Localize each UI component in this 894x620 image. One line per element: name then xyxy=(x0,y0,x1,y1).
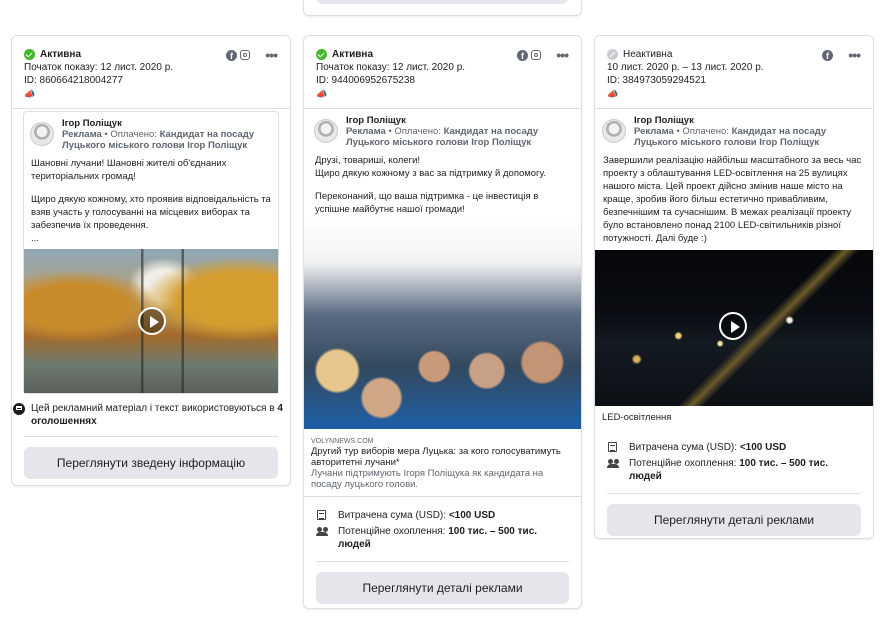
ad-stats: Витрачена сума (USD): <100 USD Потенційн… xyxy=(304,497,581,551)
multi-ads-text: Цей рекламний матеріал і текст використо… xyxy=(31,403,275,414)
ad-body-text: Шановні лучани! Шановні жителі об'єднани… xyxy=(24,155,278,245)
start-date: Початок показу: 12 лист. 2020 р. xyxy=(316,62,466,73)
link-title: Другий тур виборів мера Луцька: за кого … xyxy=(311,446,561,468)
more-options-icon[interactable]: ••• xyxy=(556,47,569,63)
multi-ads-note: Цей рекламний матеріал і текст використо… xyxy=(12,394,290,428)
view-ad-details-button[interactable]: Переглянути деталі реклами xyxy=(316,572,569,604)
sponsored-label: Реклама xyxy=(346,126,386,137)
ad-preview: Ігор Поліщук Реклама • Оплачено: Кандида… xyxy=(595,109,873,429)
money-icon xyxy=(607,441,621,453)
divider xyxy=(24,436,278,437)
ad-text-paragraph: Друзі, товариші, колеги! Щиро дякую кожн… xyxy=(315,155,546,179)
spent-value: <100 USD xyxy=(448,510,496,521)
status-label: Активна xyxy=(332,48,374,60)
ad-author: Ігор Поліщук Реклама • Оплачено: Кандида… xyxy=(24,112,278,155)
platforms: f xyxy=(517,50,541,61)
spent-row: Витрачена сума (USD): <100 USD xyxy=(316,509,569,522)
sponsor-line: Реклама • Оплачено: Кандидат на посаду Л… xyxy=(634,126,827,148)
ad-card-1: Активна Початок показу: 12 лист. 2020 р.… xyxy=(11,35,291,486)
ad-video[interactable] xyxy=(595,250,873,406)
ad-id: ID: 944006952675238 xyxy=(316,75,415,86)
status-label: Активна xyxy=(40,48,82,60)
avatar[interactable] xyxy=(30,122,54,146)
status-label: Неактивна xyxy=(623,48,673,60)
view-summary-button[interactable]: Переглянути зведену інформацію xyxy=(24,447,278,479)
platforms: f xyxy=(226,50,250,61)
facebook-icon: f xyxy=(517,50,528,61)
sponsored-label: Реклама xyxy=(634,126,674,137)
avatar[interactable] xyxy=(602,119,626,143)
page-name[interactable]: Ігор Поліщук xyxy=(62,118,272,129)
ad-body-text: Завершили реалізацію найбільш масштабног… xyxy=(595,152,873,245)
spent-value: <100 USD xyxy=(739,442,787,453)
ad-text-paragraph: Шановні лучани! Шановні жителі об'єднани… xyxy=(31,158,227,182)
stack-icon xyxy=(13,403,25,415)
facebook-icon: f xyxy=(226,50,237,61)
paid-by-label: Оплачено: xyxy=(682,126,729,137)
active-check-icon xyxy=(316,48,327,60)
ad-author: Ігор Поліщук Реклама • Оплачено: Кандида… xyxy=(304,109,581,152)
reach-row: Потенційне охоплення: 100 тис. – 500 тис… xyxy=(607,457,861,483)
video-caption: LED-освітлення xyxy=(602,412,672,423)
ad-text-paragraph: Завершили реалізацію найбільш масштабног… xyxy=(603,155,862,244)
ad-video[interactable] xyxy=(24,249,278,393)
ad-card-header: Активна Початок показу: 12 лист. 2020 р.… xyxy=(12,36,290,109)
divider xyxy=(316,561,569,562)
people-icon xyxy=(316,525,330,537)
megaphone-icon: 📣 xyxy=(316,89,328,99)
ad-id: ID: 384973059294521 xyxy=(607,75,706,86)
megaphone-icon: 📣 xyxy=(607,89,619,99)
start-date: Початок показу: 12 лист. 2020 р. xyxy=(24,62,174,73)
ad-author: Ігор Поліщук Реклама • Оплачено: Кандида… xyxy=(595,109,873,152)
people-icon xyxy=(607,457,621,469)
reach-label: Потенційне охоплення: xyxy=(629,458,737,469)
avatar[interactable] xyxy=(314,119,338,143)
spent-label: Витрачена сума (USD): xyxy=(338,510,447,521)
view-ad-details-button[interactable]: Переглянути деталі реклами xyxy=(607,504,861,536)
instagram-icon xyxy=(240,50,250,60)
link-description: Лучани підтримують Ігоря Поліщука як кан… xyxy=(311,468,544,490)
platforms: f xyxy=(822,50,833,61)
play-icon[interactable] xyxy=(138,307,166,335)
link-domain: VOLYNNEWS.COM xyxy=(311,438,374,445)
ad-card-header: Активна Початок показу: 12 лист. 2020 р.… xyxy=(304,36,581,109)
sponsored-label: Реклама xyxy=(62,129,102,140)
ad-text-paragraph: Щиро дякую кожному, хто проявив відповід… xyxy=(31,194,271,231)
instagram-icon xyxy=(531,50,541,60)
reach-label: Потенційне охоплення: xyxy=(338,526,446,537)
ad-image[interactable] xyxy=(304,221,581,429)
divider xyxy=(607,493,861,494)
ad-preview: Ігор Поліщук Реклама • Оплачено: Кандида… xyxy=(304,109,581,497)
ad-body-text: Друзі, товариші, колеги! Щиро дякую кожн… xyxy=(304,152,581,216)
megaphone-icon: 📣 xyxy=(24,89,36,99)
ad-card-3: Неактивна 10 лист. 2020 р. – 13 лист. 20… xyxy=(594,35,874,539)
partial-card-button[interactable] xyxy=(317,0,568,4)
reach-row: Потенційне охоплення: 100 тис. – 500 тис… xyxy=(316,525,569,551)
ad-stats: Витрачена сума (USD): <100 USD Потенційн… xyxy=(595,429,873,483)
sponsor-line: Реклама • Оплачено: Кандидат на посаду Л… xyxy=(62,129,255,151)
play-icon[interactable] xyxy=(719,312,747,340)
link-preview[interactable]: VOLYNNEWS.COM Другий тур виборів мера Лу… xyxy=(304,429,581,497)
spent-row: Витрачена сума (USD): <100 USD xyxy=(607,441,861,454)
page-name[interactable]: Ігор Поліщук xyxy=(634,115,867,126)
inactive-icon xyxy=(607,48,618,60)
ad-card-header: Неактивна 10 лист. 2020 р. – 13 лист. 20… xyxy=(595,36,873,109)
ad-card-2: Активна Початок показу: 12 лист. 2020 р.… xyxy=(303,35,582,609)
active-check-icon xyxy=(24,48,35,60)
run-dates: 10 лист. 2020 р. – 13 лист. 2020 р. xyxy=(607,62,764,73)
sponsor-line: Реклама • Оплачено: Кандидат на посаду Л… xyxy=(346,126,539,148)
paid-by-label: Оплачено: xyxy=(110,129,157,140)
ad-preview: Ігор Поліщук Реклама • Оплачено: Кандида… xyxy=(23,111,279,394)
money-icon xyxy=(316,509,330,521)
spent-label: Витрачена сума (USD): xyxy=(629,442,738,453)
more-options-icon[interactable]: ••• xyxy=(848,47,861,63)
more-options-icon[interactable]: ••• xyxy=(265,47,278,63)
facebook-icon: f xyxy=(822,50,833,61)
paid-by-label: Оплачено: xyxy=(394,126,441,137)
ad-id: ID: 860664218004277 xyxy=(24,75,123,86)
ad-text-paragraph: Переконаний, що ваша підтримка - це інве… xyxy=(315,191,539,215)
ad-text-ellipsis: ... xyxy=(31,233,39,244)
partial-card-top xyxy=(303,0,582,16)
page-name[interactable]: Ігор Поліщук xyxy=(346,115,575,126)
